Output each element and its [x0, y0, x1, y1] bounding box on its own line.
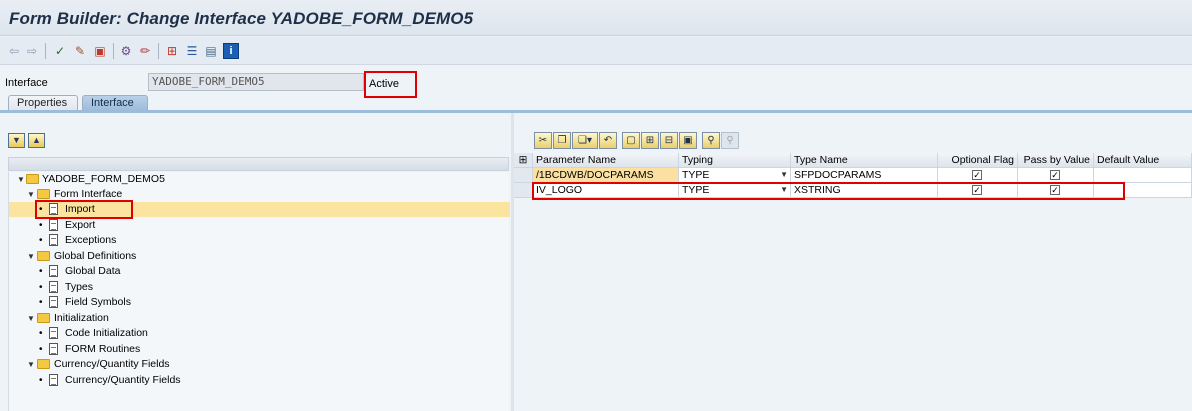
chevron-down-icon[interactable]: ▼	[27, 311, 35, 326]
tree-node-global-definitions[interactable]: ▼ Global Definitions	[9, 249, 510, 264]
row-selector[interactable]	[514, 168, 533, 183]
cut-icon[interactable]: ✂	[534, 132, 552, 149]
typing-dropdown[interactable]: TYPE ▼	[679, 168, 791, 183]
duplicate-row-icon[interactable]: ▣	[679, 132, 697, 149]
tree-node-code-initialization[interactable]: • Code Initialization	[9, 326, 510, 341]
check-icon[interactable]: ✓	[52, 43, 68, 59]
window-title: Form Builder: Change Interface YADOBE_FO…	[9, 9, 474, 28]
chevron-down-icon[interactable]: ▼	[17, 172, 25, 187]
tab-interface[interactable]: Interface	[82, 95, 148, 111]
row-selector[interactable]	[514, 183, 533, 198]
tree-header	[8, 157, 509, 171]
optional-checkbox[interactable]: ✓	[972, 170, 982, 180]
document-icon	[49, 234, 58, 246]
find-icon[interactable]: ⚲	[702, 132, 720, 149]
table-row[interactable]: IV_LOGO TYPE ▼ XSTRING ✓ ✓	[514, 183, 1192, 198]
document-icon	[49, 281, 58, 293]
document-icon	[49, 327, 58, 339]
hierarchy-icon[interactable]: ⊞	[164, 43, 180, 59]
insert-row-icon[interactable]: ⊞	[641, 132, 659, 149]
tab-properties[interactable]: Properties	[8, 95, 78, 111]
delete-row-icon[interactable]: ⊟	[660, 132, 678, 149]
application-toolbar: ⇦ ⇨ ✓ ✎ ▣ ⚙ ✏ ⊞ ☰ ▤ i	[0, 37, 1192, 65]
chevron-down-icon[interactable]: ▼	[27, 187, 35, 202]
back-arrow-icon[interactable]: ⇦	[6, 43, 22, 59]
parameters-panel: ✂ ❐ ❏▾ ↶ ▢ ⊞ ⊟ ▣ ⚲ ⚲ ⊞ Parameter Name Ty…	[514, 113, 1192, 411]
expand-all-button[interactable]: ▼	[8, 133, 25, 148]
chevron-down-icon[interactable]: ▼	[27, 249, 35, 264]
navigation-panel: ▼ ▲ ▼ YADOBE_FORM_DEMO5 ▼ Form Interface…	[0, 113, 511, 411]
tree-node-export[interactable]: • Export	[9, 218, 510, 233]
tree-node-import[interactable]: • Import	[9, 202, 510, 217]
document-icon	[49, 219, 58, 231]
pencil-icon[interactable]: ✏	[137, 43, 153, 59]
find-next-icon[interactable]: ⚲	[721, 132, 739, 149]
typing-dropdown[interactable]: TYPE ▼	[679, 183, 791, 198]
grid-toolbar: ✂ ❐ ❏▾ ↶ ▢ ⊞ ⊟ ▣ ⚲ ⚲	[534, 132, 787, 150]
tree-node-root[interactable]: ▼ YADOBE_FORM_DEMO5	[9, 172, 510, 187]
table-row[interactable]: /1BCDWB/DOCPARAMS TYPE ▼ SFPDOCPARAMS ✓ ✓	[514, 168, 1192, 183]
interface-name-field[interactable]: YADOBE_FORM_DEMO5	[148, 73, 364, 91]
activate-icon[interactable]: ▣	[92, 43, 108, 59]
pass-by-value-checkbox[interactable]: ✓	[1050, 170, 1060, 180]
interface-header: Interface YADOBE_FORM_DEMO5 Active	[0, 66, 1192, 110]
info-icon[interactable]: i	[223, 43, 239, 59]
folder-open-icon	[37, 313, 50, 323]
chevron-down-icon[interactable]: ▼	[27, 357, 35, 372]
title-bar: Form Builder: Change Interface YADOBE_FO…	[0, 0, 1192, 36]
copy-icon[interactable]: ❐	[553, 132, 571, 149]
select-all-icon[interactable]: ⊞	[514, 153, 533, 168]
tree-node-initialization[interactable]: ▼ Initialization	[9, 311, 510, 326]
status-badge: Active	[364, 71, 417, 98]
tree-node-types[interactable]: • Types	[9, 280, 510, 295]
tree-node-exceptions[interactable]: • Exceptions	[9, 233, 510, 248]
other-object-icon[interactable]: ⚙	[118, 43, 134, 59]
folder-open-icon	[37, 251, 50, 261]
folder-open-icon	[26, 174, 39, 184]
layout-icon[interactable]: ▤	[203, 43, 219, 59]
collapse-all-button[interactable]: ▲	[28, 133, 45, 148]
document-icon	[49, 296, 58, 308]
object-tree: ▼ YADOBE_FORM_DEMO5 ▼ Form Interface • I…	[8, 172, 510, 411]
tree-node-currency-quantity-fields[interactable]: • Currency/Quantity Fields	[9, 373, 510, 388]
tree-node-currency-quantity-folder[interactable]: ▼ Currency/Quantity Fields	[9, 357, 510, 372]
tree-node-form-routines[interactable]: • FORM Routines	[9, 342, 510, 357]
tree-icon[interactable]: ☰	[184, 43, 200, 59]
document-icon	[49, 343, 58, 355]
forward-arrow-icon[interactable]: ⇨	[24, 43, 40, 59]
dropdown-arrow-icon: ▼	[780, 185, 788, 194]
undo-icon[interactable]: ↶	[599, 132, 617, 149]
tree-node-global-data[interactable]: • Global Data	[9, 264, 510, 279]
tree-node-form-interface[interactable]: ▼ Form Interface	[9, 187, 510, 202]
dropdown-arrow-icon: ▼	[780, 170, 788, 179]
document-icon	[49, 374, 58, 386]
table-header-row: ⊞ Parameter Name Typing Type Name Option…	[514, 153, 1192, 168]
folder-open-icon	[37, 359, 50, 369]
interface-label: Interface	[5, 77, 48, 89]
paste-icon[interactable]: ❏▾	[572, 132, 598, 149]
display-change-icon[interactable]: ✎	[72, 43, 88, 59]
document-icon	[49, 203, 58, 215]
pass-by-value-checkbox[interactable]: ✓	[1050, 185, 1060, 195]
new-row-icon[interactable]: ▢	[622, 132, 640, 149]
folder-open-icon	[37, 189, 50, 199]
document-icon	[49, 265, 58, 277]
tree-node-field-symbols[interactable]: • Field Symbols	[9, 295, 510, 310]
optional-checkbox[interactable]: ✓	[972, 185, 982, 195]
